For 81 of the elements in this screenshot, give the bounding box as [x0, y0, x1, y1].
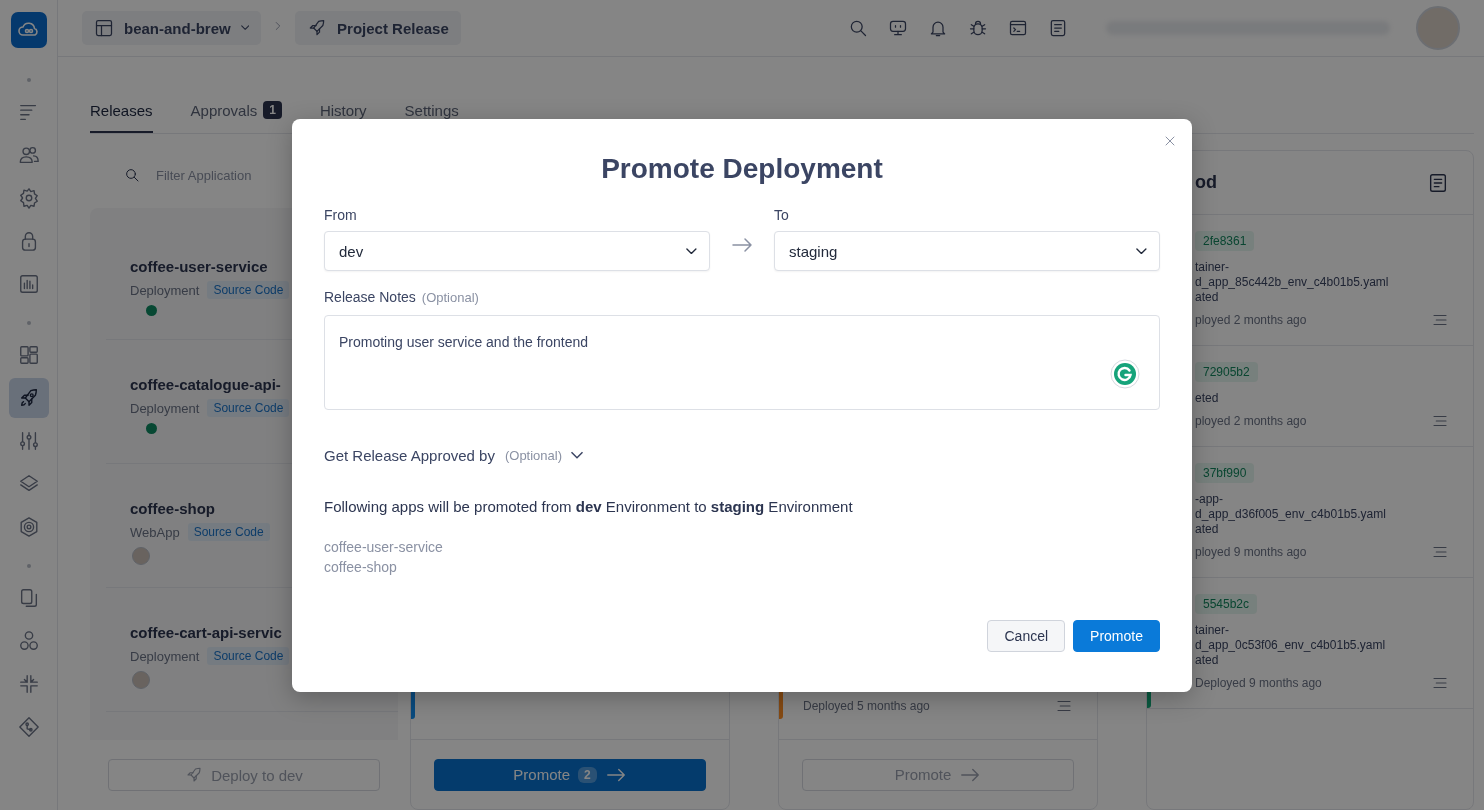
- commit-tag[interactable]: 5545b2c: [1195, 594, 1258, 614]
- optional-hint: (Optional): [421, 290, 479, 305]
- commit-tag[interactable]: 2fe8361: [1195, 231, 1255, 251]
- sliders-icon: [17, 430, 40, 452]
- cancel-button[interactable]: Cancel: [987, 620, 1066, 652]
- action-button[interactable]: Promote 2: [434, 758, 706, 791]
- app-name: coffee-user-service: [324, 539, 444, 555]
- breadcrumb-item[interactable]: Project Release: [295, 11, 461, 45]
- cross-icon: [17, 673, 40, 695]
- commit-tag[interactable]: 72905b2: [1195, 362, 1258, 382]
- source-code-tag[interactable]: Source Code: [187, 523, 270, 541]
- caret-icon: [686, 247, 697, 255]
- field-label: To: [774, 207, 790, 223]
- caret-icon: [1136, 247, 1147, 255]
- document-icon: [1427, 171, 1449, 194]
- app-type: Deployment: [130, 282, 200, 298]
- entry-text: tainer-: [1195, 623, 1230, 637]
- tab[interactable]: History: [319, 101, 367, 133]
- entry-text: ated: [1195, 290, 1220, 304]
- tab[interactable]: Approvals 1: [190, 101, 282, 133]
- gear-icon: [17, 187, 40, 209]
- promote-button[interactable]: Promote: [1073, 620, 1160, 652]
- field-label: Release Notes: [324, 289, 416, 305]
- to-select[interactable]: staging: [774, 231, 1160, 271]
- rocket-icon: [185, 766, 204, 784]
- separator-dot: [26, 78, 31, 82]
- circles-icon: [17, 630, 40, 652]
- promotion-summary: Following apps will be promoted from dev Environment to staging Environment: [324, 498, 854, 515]
- monitor-icon[interactable]: [888, 18, 908, 38]
- source-code-tag[interactable]: Source Code: [207, 399, 290, 417]
- deployed-time: Deployed 9 months ago: [1195, 676, 1322, 690]
- user-avatar: [132, 547, 150, 565]
- table-icon: [94, 18, 114, 38]
- app-type: WebApp: [130, 524, 180, 540]
- dialog-title: Promote Deployment: [600, 153, 884, 185]
- deployed-time: ployed 2 months ago: [1195, 414, 1307, 428]
- source-code-tag[interactable]: Source Code: [207, 281, 290, 299]
- status-dot: [146, 305, 157, 316]
- search-icon: [124, 167, 140, 183]
- approvers-toggle[interactable]: Get Release Approved by (Optional): [324, 444, 589, 466]
- tab[interactable]: Settings: [404, 101, 459, 133]
- entry-text: -app-: [1195, 492, 1224, 506]
- from-select[interactable]: dev: [324, 231, 710, 271]
- stage-title: od: [1195, 172, 1217, 193]
- logo-icon[interactable]: [10, 12, 47, 48]
- entry-text: d_app_85c442b_env_c4b01b5.yaml: [1195, 275, 1390, 289]
- search-icon[interactable]: [848, 18, 868, 38]
- separator-dot: [26, 321, 31, 325]
- grid-icon: [17, 344, 40, 366]
- caret-icon: [240, 25, 250, 31]
- commit-tag[interactable]: 37bf990: [1195, 463, 1255, 483]
- tab[interactable]: Releases: [90, 101, 153, 133]
- source-code-tag[interactable]: Source Code: [207, 647, 290, 665]
- status-dot: [146, 423, 157, 434]
- workspace-selector[interactable]: bean-and-brew: [82, 11, 262, 45]
- count-badge: 1: [263, 101, 282, 119]
- deployed-time: ployed 2 months ago: [1195, 313, 1307, 327]
- sidebar-item[interactable]: [8, 378, 49, 418]
- entry-text: ated: [1195, 653, 1220, 667]
- terminal-icon[interactable]: [1008, 18, 1028, 38]
- bar-chart-icon: [17, 273, 40, 295]
- app-name: coffee-shop: [324, 559, 398, 575]
- entry-text: d_app_0c53f06_env_c4b01b5.yaml: [1195, 638, 1387, 652]
- entry-text: tainer-: [1195, 260, 1230, 274]
- entry-text: d_app_d36f005_env_c4b01b5.yaml: [1195, 507, 1387, 521]
- release-notes-field[interactable]: Promoting user service and the frontend: [324, 315, 1160, 410]
- separator-dot: [26, 564, 31, 568]
- field-label: From: [324, 207, 358, 223]
- users-icon: [17, 144, 40, 166]
- app-type: Deployment: [130, 648, 200, 664]
- document-icon[interactable]: [1048, 18, 1068, 38]
- filter-field[interactable]: Filter Application: [154, 166, 354, 184]
- diamond-icon: [17, 716, 40, 738]
- assistant-icon[interactable]: [1110, 359, 1140, 389]
- deployed-time: Deployed 5 months ago: [803, 699, 930, 713]
- entry-text: ated: [1195, 522, 1220, 536]
- entry-text: eted: [1195, 391, 1220, 405]
- deployed-time: ployed 9 months ago: [1195, 545, 1307, 559]
- bug-icon[interactable]: [968, 18, 988, 38]
- app-type: Deployment: [130, 400, 200, 416]
- user-avatar: [132, 671, 150, 689]
